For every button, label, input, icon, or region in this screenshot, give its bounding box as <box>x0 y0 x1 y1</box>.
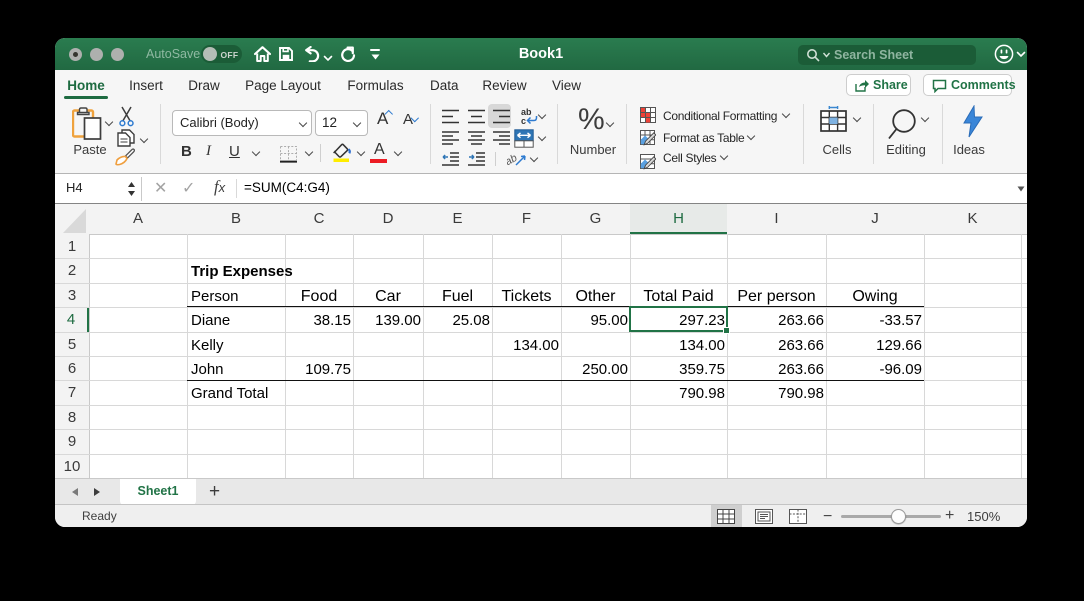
svg-text:ab: ab <box>507 152 519 168</box>
svg-text:c: c <box>521 116 526 126</box>
